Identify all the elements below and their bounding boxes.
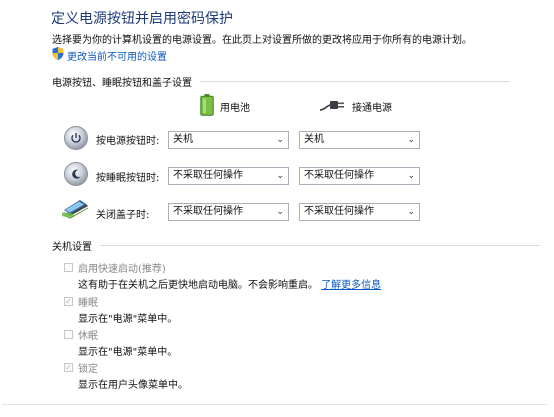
- shutdown-section-title: 关机设置: [52, 242, 92, 253]
- power-button-plugged-select[interactable]: 关机 ⌄: [299, 131, 420, 149]
- power-plug-icon: [319, 98, 346, 115]
- hibernate-option-description: 显示在"电源"菜单中。: [78, 347, 178, 358]
- power-buttons-section-title: 电源按钮、睡眠按钮和盖子设置: [52, 78, 192, 89]
- power-buttons-section-heading: 电源按钮、睡眠按钮和盖子设置: [52, 74, 510, 89]
- battery-icon: [200, 94, 214, 119]
- chevron-down-icon: ⌄: [407, 135, 415, 145]
- change-unavailable-settings-link[interactable]: 更改当前不可用的设置: [52, 47, 167, 63]
- sleep-button-battery-select[interactable]: 不采取任何操作 ⌄: [168, 167, 289, 185]
- lock-checkbox[interactable]: ✓: [64, 363, 73, 372]
- lid-close-row-label: 关闭盖子时:: [96, 210, 150, 221]
- select-value: 不采取任何操作: [304, 170, 374, 181]
- lid-close-battery-select[interactable]: 不采取任何操作 ⌄: [168, 203, 289, 221]
- sleep-button-icon: [64, 162, 88, 186]
- sleep-button-row-label: 按睡眠按钮时:: [96, 173, 160, 184]
- select-value: 不采取任何操作: [304, 206, 374, 217]
- page-description: 选择要为你的计算机设置的电源设置。在此页上对设置所做的更改将应用于你所有的电源计…: [52, 35, 472, 46]
- chevron-down-icon: ⌄: [276, 171, 284, 181]
- hibernate-checkbox[interactable]: [64, 330, 73, 339]
- select-value: 不采取任何操作: [173, 206, 243, 217]
- lock-option-description: 显示在用户头像菜单中。: [78, 380, 188, 391]
- chevron-down-icon: ⌄: [276, 135, 284, 145]
- bottom-divider: [2, 404, 547, 405]
- sleep-option-label: 睡眠: [78, 298, 98, 309]
- select-value: 关机: [304, 134, 324, 145]
- learn-more-link[interactable]: 了解更多信息: [321, 280, 381, 291]
- fast-startup-description: 这有助于在关机之后更快地启动电脑。不会影响重启。 了解更多信息: [78, 276, 381, 291]
- hibernate-option-label: 休眠: [78, 331, 98, 342]
- uac-shield-icon: [52, 47, 64, 63]
- chevron-down-icon: ⌄: [276, 207, 284, 217]
- sleep-checkbox[interactable]: ✓: [64, 297, 73, 306]
- shutdown-section-heading: 关机设置: [52, 238, 540, 253]
- column-battery-label: 用电池: [220, 103, 250, 114]
- sleep-option-description: 显示在"电源"菜单中。: [78, 314, 178, 325]
- page-title: 定义电源按钮并启用密码保护: [51, 11, 233, 27]
- fast-startup-checkbox[interactable]: [64, 263, 73, 272]
- power-button-icon: [64, 126, 88, 150]
- chevron-down-icon: ⌄: [407, 207, 415, 217]
- chevron-down-icon: ⌄: [407, 171, 415, 181]
- fast-startup-label: 启用快速启动(推荐): [78, 264, 166, 275]
- lock-option-label: 锁定: [78, 364, 98, 375]
- column-header-plugged-in: 接通电源: [319, 98, 392, 115]
- select-value: 不采取任何操作: [173, 170, 243, 181]
- change-link-label: 更改当前不可用的设置: [67, 51, 167, 63]
- column-header-battery: 用电池: [200, 94, 250, 119]
- lid-close-plugged-select[interactable]: 不采取任何操作 ⌄: [299, 203, 420, 221]
- laptop-lid-icon: [60, 196, 90, 224]
- power-button-battery-select[interactable]: 关机 ⌄: [168, 131, 289, 149]
- sleep-button-plugged-select[interactable]: 不采取任何操作 ⌄: [299, 167, 420, 185]
- power-button-row-label: 按电源按钮时:: [96, 136, 160, 147]
- section-divider: [200, 81, 510, 82]
- column-plugged-label: 接通电源: [352, 103, 392, 114]
- select-value: 关机: [173, 134, 193, 145]
- section-divider: [100, 245, 540, 246]
- fast-startup-desc-text: 这有助于在关机之后更快地启动电脑。不会影响重启。: [78, 280, 318, 291]
